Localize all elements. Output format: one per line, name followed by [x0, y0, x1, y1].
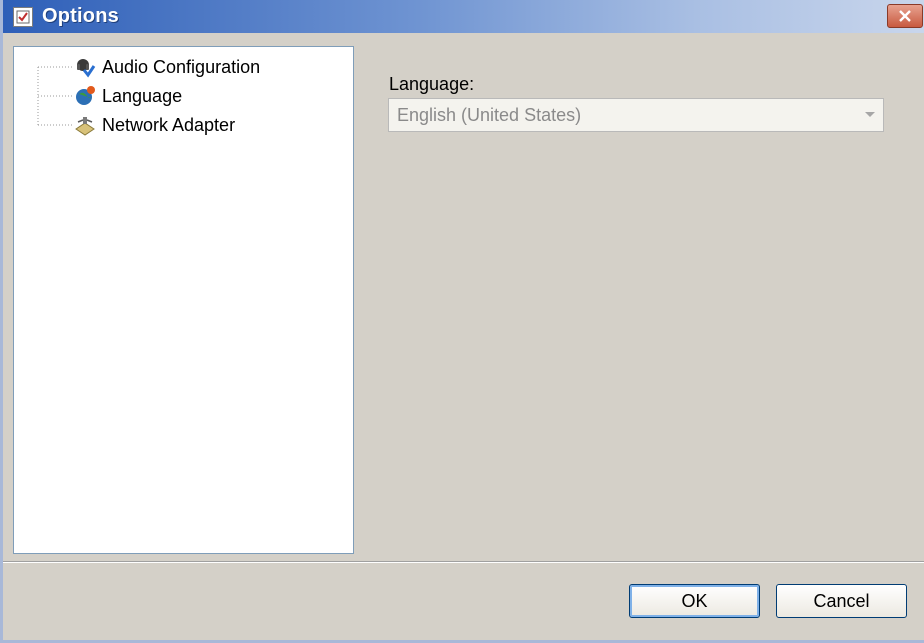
tree-item-label: Network Adapter [102, 114, 236, 135]
options-checklist-icon [13, 6, 33, 27]
chevron-down-icon[interactable] [865, 112, 875, 117]
language-globe-icon [74, 85, 96, 107]
close-button[interactable] [887, 4, 923, 28]
options-tree[interactable]: Audio Configuration Language Network Ada… [13, 46, 354, 554]
tree-item-language[interactable]: Language [14, 82, 353, 110]
tree-item-label: Language [102, 85, 183, 106]
footer-divider [3, 561, 924, 563]
cancel-button[interactable]: Cancel [776, 584, 907, 618]
network-adapter-icon [74, 114, 96, 136]
tree-item-label: Audio Configuration [102, 56, 261, 77]
window-title: Options [42, 5, 119, 27]
language-select-value: English (United States) [397, 104, 582, 125]
language-label: Language: [389, 74, 475, 94]
tree-item-audio-configuration[interactable]: Audio Configuration [14, 53, 353, 81]
audio-configuration-icon [74, 56, 96, 78]
close-icon [899, 10, 911, 22]
title-bar[interactable]: Options [3, 0, 924, 33]
tree-item-network-adapter[interactable]: Network Adapter [14, 111, 353, 139]
language-settings-panel: Language: English (United States) [354, 46, 924, 554]
options-dialog: Options Audio Configuration Language Net… [0, 0, 924, 643]
ok-button[interactable]: OK [629, 584, 760, 618]
language-select[interactable]: English (United States) [388, 98, 884, 132]
